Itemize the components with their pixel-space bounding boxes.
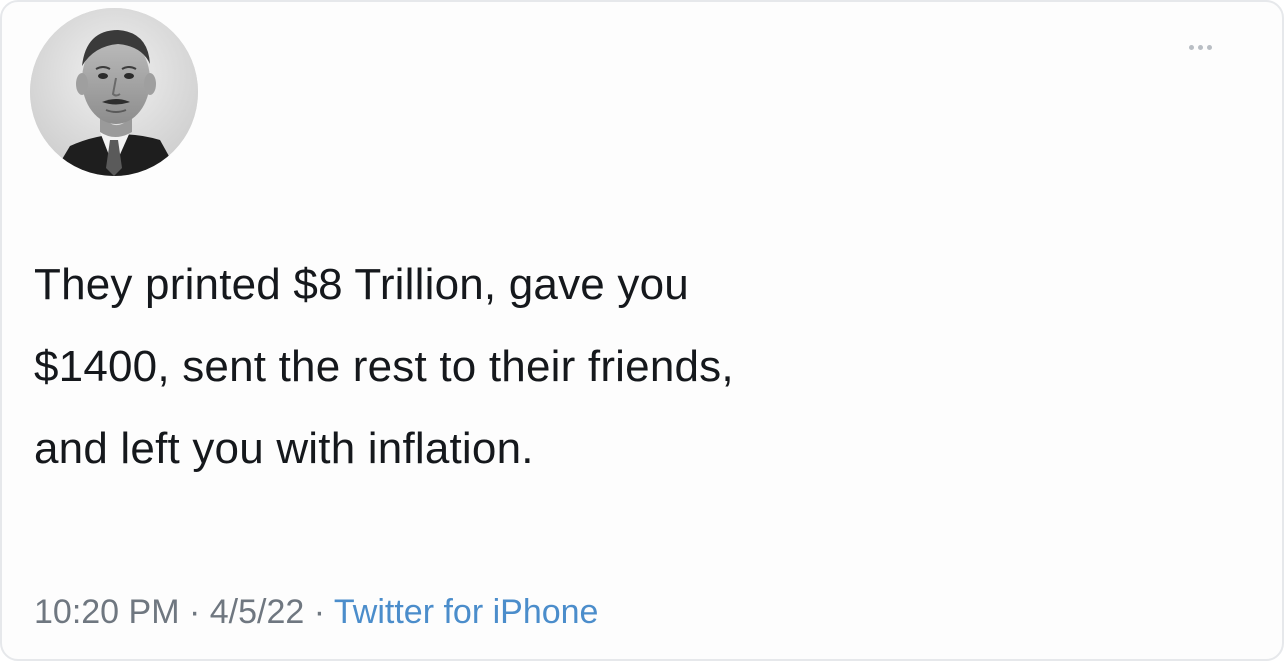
tweet-text: They printed $8 Trillion, gave you $1400… (34, 244, 1214, 490)
tweet-source-link[interactable]: Twitter for iPhone (334, 593, 599, 631)
tweet-time[interactable]: 10:20 PM (34, 593, 180, 631)
tweet-meta: 10:20 PM · 4/5/22 · Twitter for iPhone (34, 590, 598, 634)
more-horizontal-icon (1197, 44, 1203, 50)
more-horizontal-icon (1188, 44, 1194, 50)
profile-photo-icon (30, 8, 198, 176)
meta-separator: · (179, 593, 210, 631)
tweet-card: They printed $8 Trillion, gave you $1400… (0, 0, 1284, 661)
meta-separator: · (304, 593, 334, 631)
more-horizontal-icon (1206, 44, 1212, 50)
tweet-text-line: $1400, sent the rest to their friends, (34, 342, 734, 391)
tweet-date[interactable]: 4/5/22 (210, 593, 305, 631)
tweet-text-line: They printed $8 Trillion, gave you (34, 260, 689, 309)
avatar[interactable] (30, 8, 198, 176)
more-options-button[interactable] (1180, 32, 1220, 62)
tweet-text-line: and left you with inflation. (34, 424, 534, 473)
